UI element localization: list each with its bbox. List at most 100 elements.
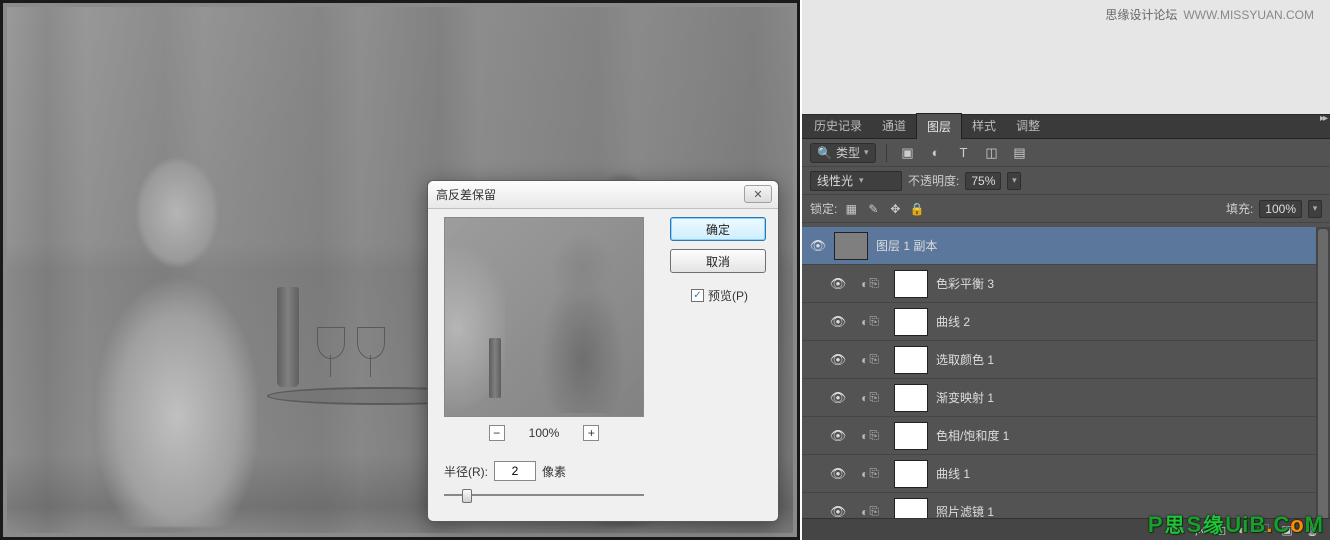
tab-layers[interactable]: 图层 [916, 113, 962, 139]
layer-name[interactable]: 照片滤镜 1 [936, 503, 994, 518]
visibility-icon[interactable]: 👁 [830, 352, 846, 368]
blend-mode-dropdown[interactable]: 线性光 ▾ [810, 171, 902, 191]
fill-slider-toggle[interactable]: ▾ [1308, 200, 1322, 218]
layer-name[interactable]: 色相/饱和度 1 [936, 427, 1009, 444]
visibility-icon[interactable]: 👁 [830, 276, 846, 292]
mask-thumb [894, 270, 928, 298]
lock-transparent-icon[interactable]: ▦ [843, 201, 859, 217]
mask-thumb [894, 498, 928, 519]
search-icon: 🔍 [817, 146, 832, 160]
visibility-icon[interactable]: 👁 [830, 428, 846, 444]
mask-thumb [894, 422, 928, 450]
visibility-icon[interactable]: 👁 [810, 238, 826, 254]
lock-label: 锁定: [810, 200, 837, 217]
lock-paint-icon[interactable]: ✎ [865, 201, 881, 217]
ok-button[interactable]: 确定 [670, 217, 766, 241]
mask-thumb [894, 460, 928, 488]
filter-preview[interactable] [444, 217, 644, 417]
layer-filter-dropdown[interactable]: 🔍 类型 ▾ [810, 143, 876, 163]
layer-row[interactable]: 👁 ◐⎘ 色相/饱和度 1 [802, 417, 1330, 455]
watermark: 思缘设计论坛WWW.MISSYUAN.COM [1105, 6, 1314, 23]
mask-thumb [894, 384, 928, 412]
layer-row[interactable]: 👁 ◐⎘ 渐变映射 1 [802, 379, 1330, 417]
slider-thumb[interactable] [462, 489, 472, 503]
preview-checkbox-label: 预览(P) [708, 287, 748, 304]
filter-adjust-icon[interactable]: ◐ [925, 143, 947, 163]
adjustment-icon: ◐ [861, 277, 868, 291]
fill-label: 填充: [1226, 200, 1253, 217]
tab-channels[interactable]: 通道 [872, 113, 916, 138]
layer-thumb [834, 232, 868, 260]
layer-row[interactable]: 👁 图层 1 副本 [802, 227, 1330, 265]
adjustment-icon: ◐ [861, 353, 868, 367]
opacity-slider-toggle[interactable]: ▾ [1007, 172, 1021, 190]
filter-smart-icon[interactable]: ▤ [1009, 143, 1031, 163]
lock-position-icon[interactable]: ✥ [887, 201, 903, 217]
bride-figure [97, 157, 257, 527]
adjustment-icon: ◐ [861, 429, 868, 443]
collapse-panel-icon[interactable]: ▸▸ [1320, 113, 1326, 124]
zoom-in-button[interactable]: + [583, 425, 599, 441]
right-region: 思缘设计论坛WWW.MISSYUAN.COM ▸▸ 历史记录 通道 图层 样式 … [802, 0, 1330, 540]
zoom-out-button[interactable]: − [489, 425, 505, 441]
blend-opacity-row: 线性光 ▾ 不透明度: 75% ▾ [802, 167, 1330, 195]
layer-name[interactable]: 图层 1 副本 [876, 237, 937, 254]
adjustment-icon: ◐ [861, 467, 868, 481]
tab-history[interactable]: 历史记录 [804, 113, 872, 138]
adjustment-icon: ◐ [861, 315, 868, 329]
dialog-titlebar[interactable]: 高反差保留 ✕ [428, 181, 778, 209]
preview-image [445, 218, 643, 416]
panel-tabs: 历史记录 通道 图层 样式 调整 [802, 115, 1330, 139]
preview-checkbox[interactable]: ✓ [691, 289, 704, 302]
layer-name[interactable]: 渐变映射 1 [936, 389, 994, 406]
radius-input[interactable] [494, 461, 536, 481]
visibility-icon[interactable]: 👁 [830, 390, 846, 406]
layer-row[interactable]: 👁 ◐⎘ 曲线 2 [802, 303, 1330, 341]
tab-styles[interactable]: 样式 [962, 113, 1006, 138]
link-icon: ⎘ [869, 466, 879, 481]
tab-adjustments[interactable]: 调整 [1006, 113, 1050, 138]
adjustment-icon: ◐ [861, 391, 868, 405]
layers-scrollbar[interactable] [1316, 227, 1330, 518]
lock-fill-row: 锁定: ▦ ✎ ✥ 🔒 填充: 100% ▾ [802, 195, 1330, 223]
link-icon: ⎘ [869, 504, 879, 518]
mask-thumb [894, 308, 928, 336]
adjustment-icon: ◐ [861, 505, 868, 519]
link-icon: ⎘ [869, 390, 879, 405]
radius-unit: 像素 [542, 463, 566, 480]
radius-label: 半径(R): [444, 463, 488, 480]
layer-row[interactable]: 👁 ◐⎘ 曲线 1 [802, 455, 1330, 493]
radius-slider[interactable] [444, 487, 644, 503]
mask-thumb [894, 346, 928, 374]
layer-name[interactable]: 色彩平衡 3 [936, 275, 994, 292]
layer-name[interactable]: 曲线 1 [936, 465, 970, 482]
filter-type-icon[interactable]: T [953, 143, 975, 163]
filter-pixel-icon[interactable]: ▣ [897, 143, 919, 163]
layer-filter-row: 🔍 类型 ▾ ▣ ◐ T ◫ ▤ [802, 139, 1330, 167]
link-icon: ⎘ [869, 314, 879, 329]
close-button[interactable]: ✕ [744, 185, 772, 203]
highpass-dialog: 高反差保留 ✕ − 100% + 半径(R): 像素 确定 取消 ✓ 预览(P) [427, 180, 779, 522]
layer-name[interactable]: 曲线 2 [936, 313, 970, 330]
link-icon: ⎘ [869, 276, 879, 291]
site-logo: P思S缘UiB.CoM [1148, 509, 1324, 538]
layer-list[interactable]: 👁 图层 1 副本 👁 ◐⎘ 色彩平衡 3 👁 ◐⎘ 曲线 2 👁 ◐⎘ 选 [802, 227, 1330, 518]
layer-row[interactable]: 👁 ◐⎘ 选取颜色 1 [802, 341, 1330, 379]
filter-shape-icon[interactable]: ◫ [981, 143, 1003, 163]
chevron-down-icon: ▾ [859, 175, 864, 186]
cancel-button[interactable]: 取消 [670, 249, 766, 273]
fill-value[interactable]: 100% [1259, 200, 1302, 218]
zoom-level: 100% [529, 426, 560, 440]
lock-all-icon[interactable]: 🔒 [909, 201, 925, 217]
link-icon: ⎘ [869, 428, 879, 443]
layers-panel: ▸▸ 历史记录 通道 图层 样式 调整 🔍 类型 ▾ ▣ ◐ T ◫ ▤ 线性光… [802, 114, 1330, 540]
layer-name[interactable]: 选取颜色 1 [936, 351, 994, 368]
visibility-icon[interactable]: 👁 [830, 314, 846, 330]
opacity-value[interactable]: 75% [965, 172, 1001, 190]
layer-row[interactable]: 👁 ◐⎘ 色彩平衡 3 [802, 265, 1330, 303]
dialog-title: 高反差保留 [436, 186, 496, 203]
visibility-icon[interactable]: 👁 [830, 466, 846, 482]
link-icon: ⎘ [869, 352, 879, 367]
chevron-down-icon: ▾ [864, 147, 869, 158]
visibility-icon[interactable]: 👁 [830, 504, 846, 519]
